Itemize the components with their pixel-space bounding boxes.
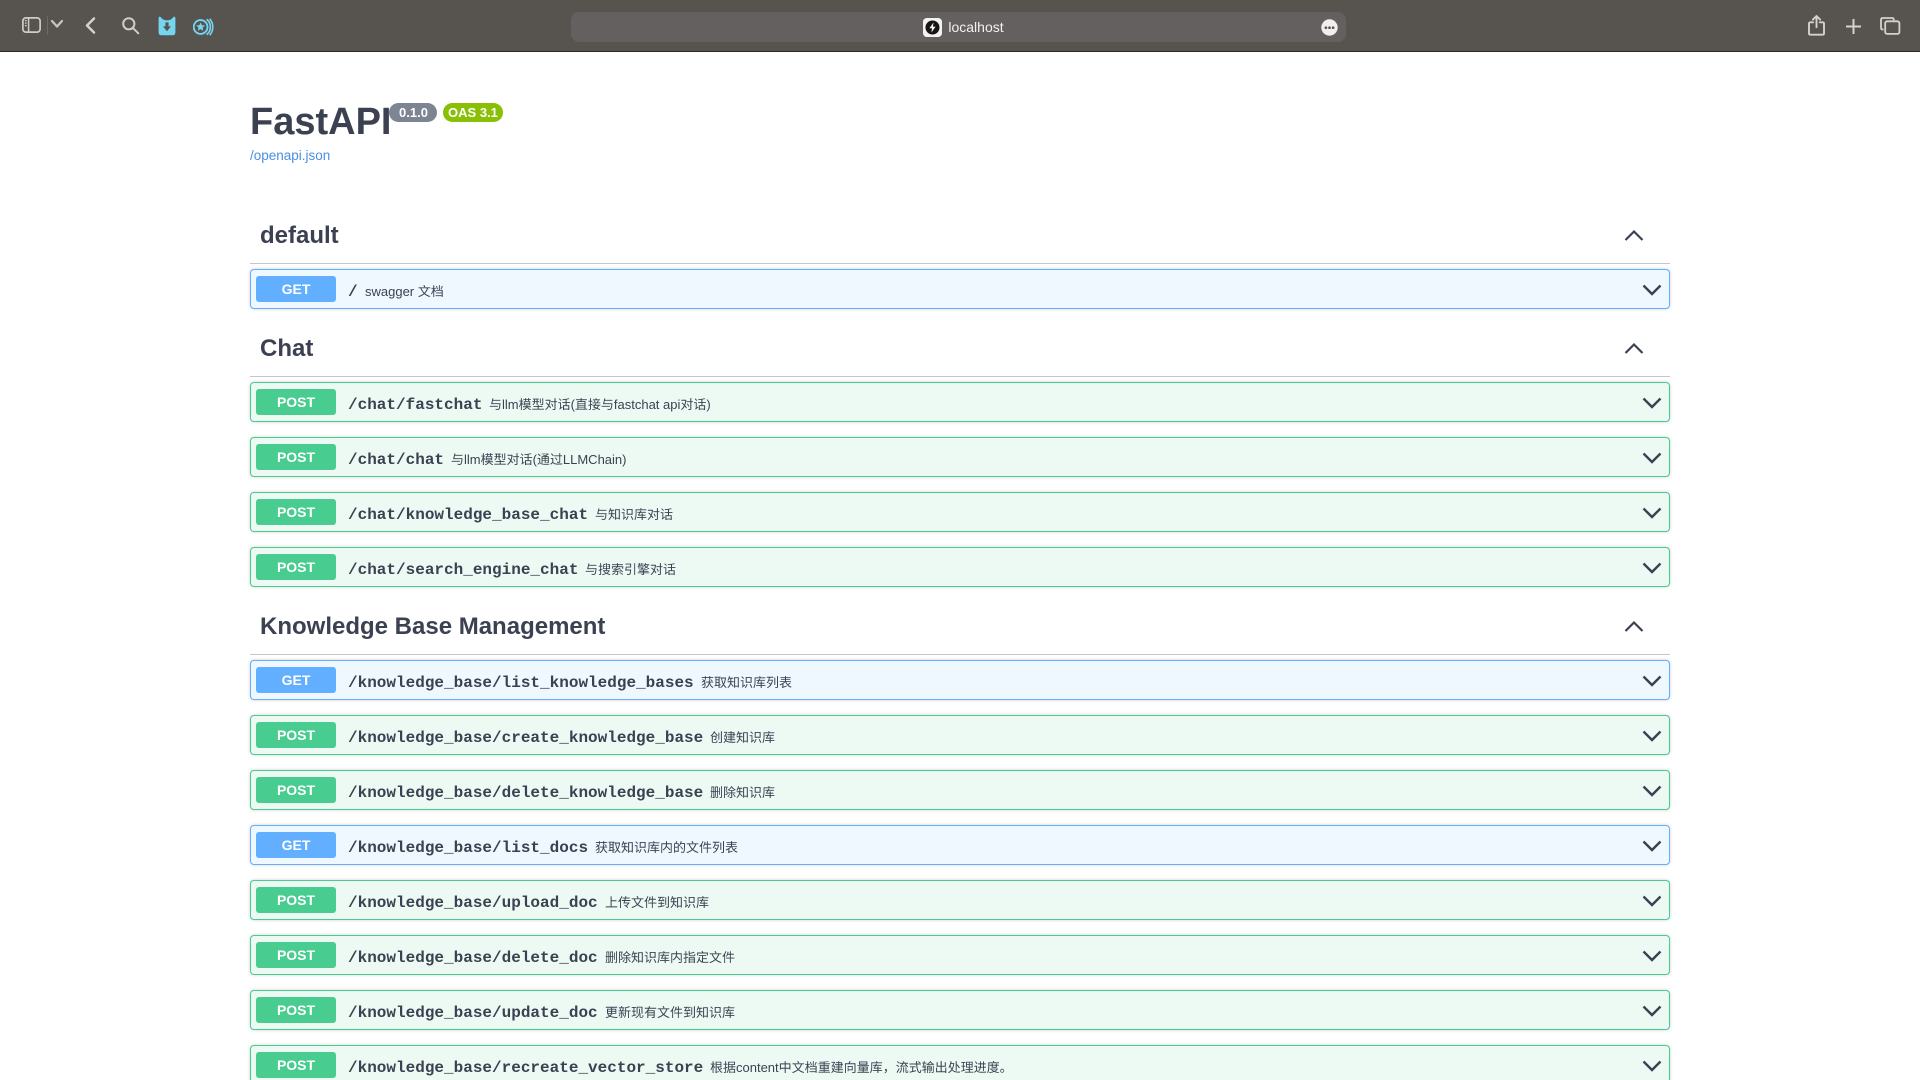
svg-text:LLMChain): LLMChain) bbox=[563, 452, 627, 467]
svg-text:): ) bbox=[707, 397, 711, 412]
svg-text:llm: llm bbox=[502, 397, 519, 412]
svg-text:swagger: swagger bbox=[365, 284, 418, 299]
svg-text:content: content bbox=[736, 1060, 779, 1075]
svg-text:llm: llm bbox=[464, 452, 481, 467]
svg-text:(: ( bbox=[571, 397, 576, 412]
svg-text:fastchat api: fastchat api bbox=[614, 397, 681, 412]
svg-text:(: ( bbox=[533, 452, 538, 467]
